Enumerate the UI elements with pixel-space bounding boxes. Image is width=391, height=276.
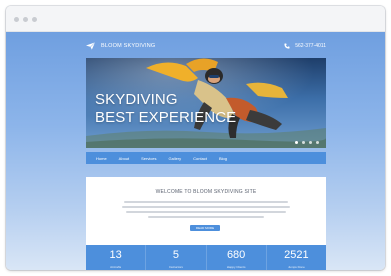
window-titlebar: [6, 6, 385, 32]
nav-item-gallery[interactable]: Gallery: [168, 156, 181, 161]
hero-title-line-2: BEST EXPERIENCE: [95, 109, 237, 126]
logo-text: BLOOM SKYDIVING: [101, 43, 156, 49]
window-maximize-button[interactable]: [32, 17, 37, 22]
welcome-text-line: [126, 211, 286, 213]
stat-item: 5 Instructors: [145, 245, 205, 270]
stat-label: Happy Clients: [226, 265, 246, 269]
page-viewport: BLOOM SKYDIVING 562-377-4011 SKYDIVING B…: [6, 32, 385, 270]
nav-item-blog[interactable]: Blog: [219, 156, 227, 161]
stat-label: Jumps Done: [287, 265, 305, 269]
nav-item-contact[interactable]: Contact: [193, 156, 207, 161]
stat-label: Aircrafts: [110, 265, 122, 269]
stat-value: 5: [172, 249, 179, 261]
stat-label: Instructors: [168, 265, 183, 269]
hero-title-line-1: SKYDIVING: [95, 91, 178, 108]
slider-dot[interactable]: [309, 141, 312, 144]
stat-value: 2521: [284, 249, 309, 261]
window-minimize-button[interactable]: [23, 17, 28, 22]
slider-dot[interactable]: [316, 141, 319, 144]
site-header: BLOOM SKYDIVING 562-377-4011: [86, 42, 326, 54]
welcome-text-line: [122, 206, 290, 208]
welcome-title: WELCOME TO BLOOM SKYDIVING SITE: [155, 189, 257, 195]
slider-dot[interactable]: [302, 141, 305, 144]
phone-icon: [284, 43, 290, 49]
welcome-text-line: [148, 216, 264, 218]
main-nav: Home About Services Gallery Contact Blog: [86, 152, 326, 164]
phone-number: 562-377-4011: [295, 43, 326, 49]
nav-item-home[interactable]: Home: [96, 156, 107, 161]
nav-item-services[interactable]: Services: [141, 156, 156, 161]
stat-value: 680: [226, 249, 246, 261]
slider-pagination: [295, 141, 319, 144]
window-close-button[interactable]: [14, 17, 19, 22]
nav-item-about[interactable]: About: [119, 156, 129, 161]
stats-bar: 13 Aircrafts 5 Instructors 680 Happy Cli…: [86, 245, 326, 270]
browser-window: BLOOM SKYDIVING 562-377-4011 SKYDIVING B…: [6, 6, 385, 270]
site-logo[interactable]: BLOOM SKYDIVING: [86, 42, 155, 50]
slider-dot[interactable]: [295, 141, 298, 144]
header-phone[interactable]: 562-377-4011: [284, 43, 326, 49]
stat-item: 13 Aircrafts: [86, 245, 145, 270]
welcome-text-line: [124, 201, 288, 203]
hero-slider[interactable]: SKYDIVING BEST EXPERIENCE: [86, 58, 326, 148]
stat-item: 2521 Jumps Done: [265, 245, 326, 270]
read-more-button[interactable]: READ MORE: [190, 225, 220, 231]
paper-plane-icon: [86, 42, 95, 50]
stat-value: 13: [109, 249, 122, 261]
stat-item: 680 Happy Clients: [205, 245, 266, 270]
